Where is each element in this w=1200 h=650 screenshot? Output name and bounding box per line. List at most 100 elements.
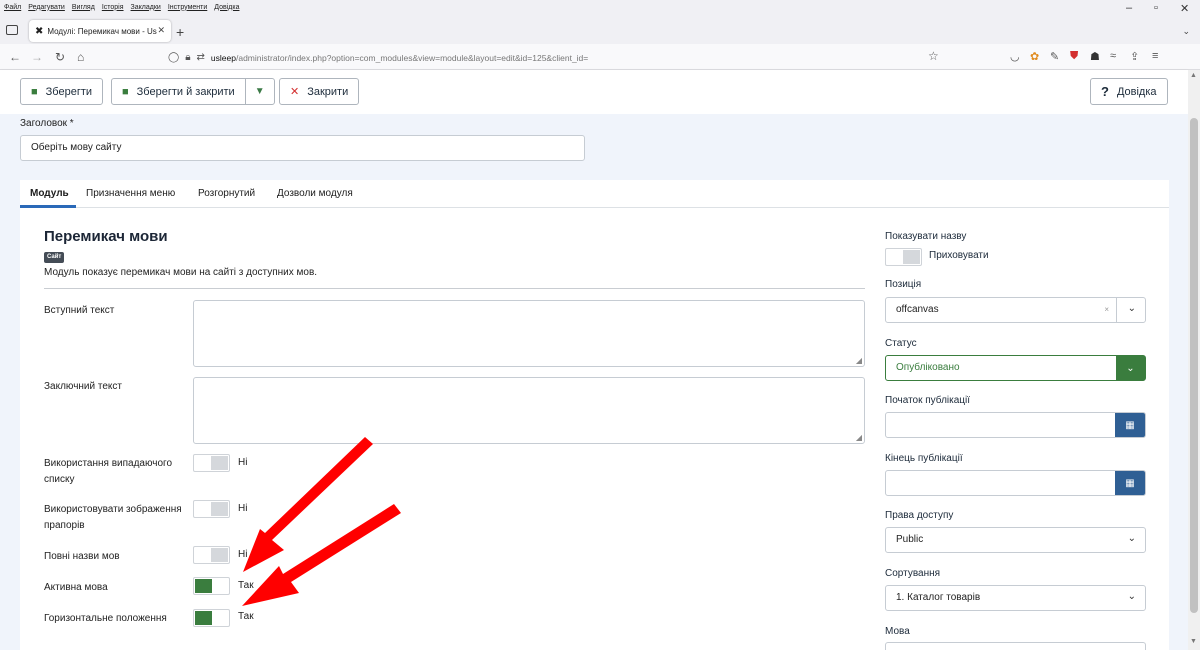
- site-badge: Сайт: [44, 252, 65, 263]
- publish-up-input[interactable]: ▦: [885, 412, 1146, 438]
- address-bar[interactable]: ◯ 🔒︎ ⇄ usleep /administrator/index.php?o…: [168, 48, 948, 67]
- browser-tab[interactable]: ✖ Модулі: Перемикач мови - Us ✕: [29, 20, 171, 42]
- menu-file[interactable]: Файл: [4, 4, 21, 11]
- publish-up-label: Початок публікації: [885, 395, 971, 406]
- menu-view[interactable]: Вигляд: [72, 4, 95, 11]
- chevron-down-icon: ⌄: [1127, 591, 1136, 602]
- menu-edit[interactable]: Редагувати: [28, 4, 65, 11]
- module-description: Модуль показує перемикач мови на сайті з…: [44, 267, 318, 278]
- save-close-button-group: ■ Зберегти й закрити ▼: [111, 78, 275, 105]
- title-input[interactable]: Оберіть мову сайту: [20, 135, 585, 161]
- ublock-icon[interactable]: ⛊: [1070, 50, 1078, 63]
- scroll-up-icon[interactable]: ▲: [1190, 72, 1197, 79]
- intro-text-textarea[interactable]: ◢: [193, 300, 865, 367]
- close-button-label: Закрити: [307, 85, 349, 98]
- floppy-disk-icon: ■: [31, 85, 38, 98]
- menu-bookmarks[interactable]: Закладки: [131, 4, 161, 11]
- tab-list-icon[interactable]: [6, 25, 18, 35]
- ordering-select[interactable]: 1. Каталог товарів ⌄: [885, 585, 1146, 611]
- maximize-icon[interactable]: ▫: [1154, 2, 1158, 14]
- save-close-button[interactable]: ■ Зберегти й закрити: [112, 79, 246, 104]
- lock-icon: 🔒︎: [185, 52, 191, 63]
- divider: [44, 288, 865, 289]
- extension-icon[interactable]: ☗: [1090, 50, 1100, 63]
- forward-icon[interactable]: →: [31, 50, 43, 64]
- resize-grip-icon[interactable]: ◢: [856, 356, 862, 365]
- status-select[interactable]: Опубліковано ⌄: [885, 355, 1146, 381]
- new-tab-icon[interactable]: +: [176, 24, 184, 40]
- module-tabs: Модуль Призначення меню Розгорнутий Дозв…: [20, 180, 1169, 208]
- help-button[interactable]: ? Довідка: [1090, 78, 1168, 105]
- admin-toolbar: ■ Зберегти ■ Зберегти й закрити ▼ ✕ Закр…: [0, 70, 1188, 114]
- menu-history[interactable]: Історія: [102, 4, 124, 11]
- resize-grip-icon[interactable]: ◢: [856, 433, 862, 442]
- full-names-toggle-value: Ні: [238, 549, 248, 560]
- active-language-toggle[interactable]: [193, 577, 230, 595]
- browser-tab-title: Модулі: Перемикач мови - Us: [47, 26, 157, 36]
- tab-module[interactable]: Модуль: [30, 188, 69, 199]
- ordering-label: Сортування: [885, 568, 941, 579]
- full-names-toggle[interactable]: [193, 546, 230, 564]
- extension-color-icon[interactable]: ✿: [1030, 50, 1039, 63]
- bookmark-star-icon[interactable]: ☆: [928, 49, 939, 63]
- chevron-down-icon[interactable]: ⌄: [1182, 26, 1190, 37]
- save-button[interactable]: ■ Зберегти: [20, 78, 104, 105]
- menu-help[interactable]: Довідка: [214, 4, 239, 11]
- intro-text-label: Вступний текст: [44, 305, 115, 316]
- save-button-label: Зберегти: [45, 85, 93, 98]
- position-select[interactable]: offcanvas × ⌄: [885, 297, 1146, 323]
- back-icon[interactable]: ←: [9, 50, 21, 64]
- publish-down-label: Кінець публікації: [885, 453, 963, 464]
- dropdown-toggle-value: Ні: [238, 457, 248, 468]
- page-scrollbar[interactable]: ▲ ▼: [1188, 70, 1200, 650]
- browser-tabbar: ✖ Модулі: Перемикач мови - Us ✕ + ⌄: [0, 14, 1200, 44]
- app-menu-icon[interactable]: ≡: [1152, 50, 1158, 62]
- calendar-icon[interactable]: ▦: [1115, 471, 1145, 495]
- access-select[interactable]: Public ⌄: [885, 527, 1146, 553]
- language-select[interactable]: [885, 642, 1146, 650]
- dropdown-toggle[interactable]: [193, 454, 230, 472]
- question-icon: ?: [1101, 84, 1109, 99]
- scrollbar-thumb[interactable]: [1190, 118, 1198, 613]
- chevron-down-icon[interactable]: ⌄: [1128, 303, 1136, 314]
- module-title: Перемикач мови: [44, 228, 168, 245]
- extension-2-icon[interactable]: ≈: [1110, 50, 1116, 62]
- dropdown-label: Використання випадаючого списку: [44, 458, 173, 485]
- outro-text-label: Заключний текст: [44, 381, 122, 392]
- position-value: offcanvas: [896, 304, 939, 315]
- horizontal-toggle[interactable]: [193, 609, 230, 627]
- home-icon[interactable]: ⌂: [77, 50, 84, 64]
- title-label: Заголовок *: [20, 118, 74, 129]
- active-language-toggle-value: Так: [238, 580, 254, 591]
- status-value: Опубліковано: [896, 362, 960, 373]
- flags-toggle[interactable]: [193, 500, 230, 518]
- reload-icon[interactable]: ↻: [55, 50, 65, 64]
- horizontal-toggle-value: Так: [238, 611, 254, 622]
- menu-tools[interactable]: Інструменти: [168, 4, 207, 11]
- tab-close-icon[interactable]: ✕: [157, 25, 165, 36]
- tab-advanced[interactable]: Розгорнутий: [198, 188, 255, 199]
- minimize-icon[interactable]: –: [1126, 2, 1132, 14]
- save-options-dropdown-chevron-icon[interactable]: ▼: [246, 86, 274, 97]
- eyedropper-icon[interactable]: ✎: [1050, 50, 1059, 63]
- joomla-favicon-icon: ✖: [35, 25, 44, 37]
- floppy-disk-icon: ■: [122, 85, 129, 98]
- clear-icon[interactable]: ×: [1104, 305, 1109, 314]
- tab-menu-assignment[interactable]: Призначення меню: [86, 188, 175, 199]
- tab-permissions[interactable]: Дозволи модуля: [277, 188, 353, 199]
- close-button[interactable]: ✕ Закрити: [279, 78, 360, 105]
- share-icon[interactable]: ⇪: [1130, 50, 1139, 63]
- browser-menubar: Файл Редагувати Вигляд Історія Закладки …: [0, 0, 1200, 14]
- url-host: usleep: [210, 52, 236, 63]
- full-names-label: Повні назви мов: [44, 551, 120, 562]
- status-label: Статус: [885, 338, 917, 349]
- calendar-icon[interactable]: ▦: [1115, 413, 1145, 437]
- help-button-label: Довідка: [1116, 85, 1157, 98]
- pocket-icon[interactable]: ◡: [1010, 50, 1020, 63]
- browser-navbar: ← → ↻ ⌂ ◯ 🔒︎ ⇄ usleep /administrator/ind…: [0, 44, 1200, 70]
- show-title-toggle[interactable]: [885, 248, 922, 266]
- outro-text-textarea[interactable]: ◢: [193, 377, 865, 444]
- publish-down-input[interactable]: ▦: [885, 470, 1146, 496]
- position-label: Позиція: [885, 279, 922, 290]
- scroll-down-icon[interactable]: ▼: [1190, 638, 1197, 645]
